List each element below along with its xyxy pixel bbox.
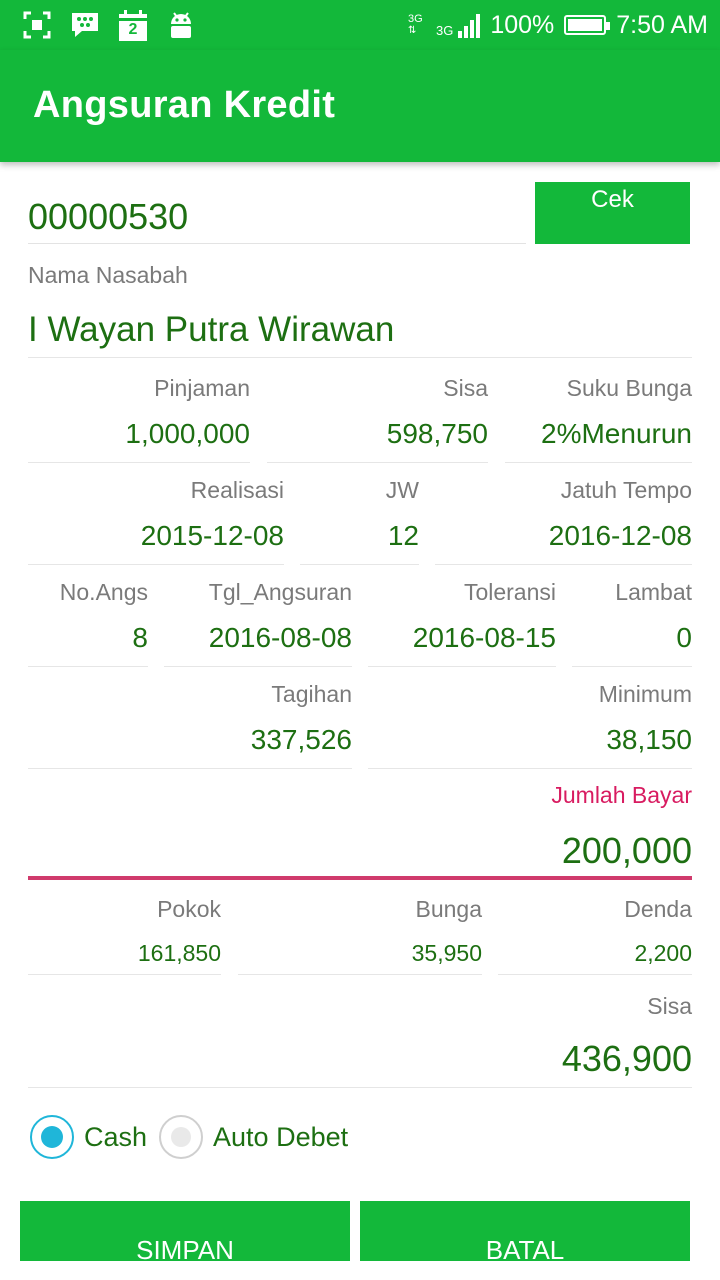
late-value: 0 xyxy=(572,622,692,667)
bill-label: Tagihan xyxy=(271,681,352,707)
battery-icon xyxy=(564,15,611,35)
bill-value: 337,526 xyxy=(28,724,352,769)
customer-name-value: I Wayan Putra Wirawan xyxy=(28,310,692,358)
signal-icon: 3G xyxy=(435,12,481,38)
notification-icons: 2 xyxy=(22,10,196,41)
balance-value: 436,900 xyxy=(28,1038,692,1088)
battery-percent: 100% xyxy=(490,10,555,39)
interest-rate-value: 2%Menurun xyxy=(505,418,692,463)
tolerance-value: 2016-08-15 xyxy=(368,622,556,667)
loan-amount-label: Pinjaman xyxy=(154,375,250,401)
android-icon xyxy=(166,10,196,40)
balance-label: Sisa xyxy=(647,993,692,1019)
system-status: 3G ⇅ 3G 100% 7:50 AM xyxy=(408,0,708,50)
interest-rate-label: Suku Bunga xyxy=(566,375,692,401)
page-title: Angsuran Kredit xyxy=(33,84,336,126)
calendar-day: 2 xyxy=(128,21,138,38)
interest-label: Bunga xyxy=(415,896,482,922)
check-button[interactable]: Cek xyxy=(535,182,690,244)
payment-amount-label: Jumlah Bayar xyxy=(551,782,692,808)
loan-amount-value: 1,000,000 xyxy=(28,418,250,463)
realization-value: 2015-12-08 xyxy=(28,520,284,565)
customer-name-label: Nama Nasabah xyxy=(28,262,188,288)
due-date-label: Jatuh Tempo xyxy=(560,477,692,503)
signal-network-label: 3G xyxy=(435,23,454,38)
minimum-label: Minimum xyxy=(598,681,692,707)
term-label: JW xyxy=(385,477,419,503)
clock: 7:50 AM xyxy=(616,10,708,39)
installment-number-label: No.Angs xyxy=(59,579,148,605)
penalty-value: 2,200 xyxy=(498,940,692,975)
remaining-value: 598,750 xyxy=(267,418,488,463)
cash-radio[interactable] xyxy=(30,1115,74,1159)
principal-label: Pokok xyxy=(157,896,221,922)
auto-debet-radio[interactable] xyxy=(159,1115,204,1159)
installment-form: 00000530 Cek Nama Nasabah I Wayan Putra … xyxy=(0,162,720,1280)
screenshot-icon xyxy=(22,10,52,40)
penalty-label: Denda xyxy=(624,896,692,922)
cancel-button[interactable]: BATAL xyxy=(360,1201,690,1261)
messenger-icon xyxy=(70,10,100,40)
realization-label: Realisasi xyxy=(190,477,284,503)
cash-label[interactable]: Cash xyxy=(84,1122,147,1153)
installment-date-label: Tgl_Angsuran xyxy=(208,579,352,605)
app-bar: Angsuran Kredit xyxy=(0,50,720,162)
minimum-value: 38,150 xyxy=(368,724,692,769)
status-bar: 2 3G ⇅ 3G 100% 7:50 AM xyxy=(0,0,720,50)
account-number-input[interactable]: 00000530 xyxy=(28,182,526,244)
principal-value: 161,850 xyxy=(28,940,221,975)
installment-number-value: 8 xyxy=(28,622,148,667)
payment-amount-input[interactable]: 200,000 xyxy=(28,830,692,880)
interest-value: 35,950 xyxy=(238,940,482,975)
network-type-icon: 3G ⇅ xyxy=(407,13,423,37)
auto-debet-label[interactable]: Auto Debet xyxy=(213,1122,348,1153)
calendar-icon: 2 xyxy=(118,10,148,41)
installment-date-value: 2016-08-08 xyxy=(164,622,352,667)
payment-method-group: Cash Auto Debet xyxy=(30,1115,360,1159)
late-label: Lambat xyxy=(615,579,692,605)
term-value: 12 xyxy=(300,520,419,565)
remaining-label: Sisa xyxy=(443,375,488,401)
due-date-value: 2016-12-08 xyxy=(435,520,692,565)
tolerance-label: Toleransi xyxy=(463,579,556,605)
save-button[interactable]: SIMPAN xyxy=(20,1201,350,1261)
network-type-label: 3G xyxy=(407,13,423,25)
